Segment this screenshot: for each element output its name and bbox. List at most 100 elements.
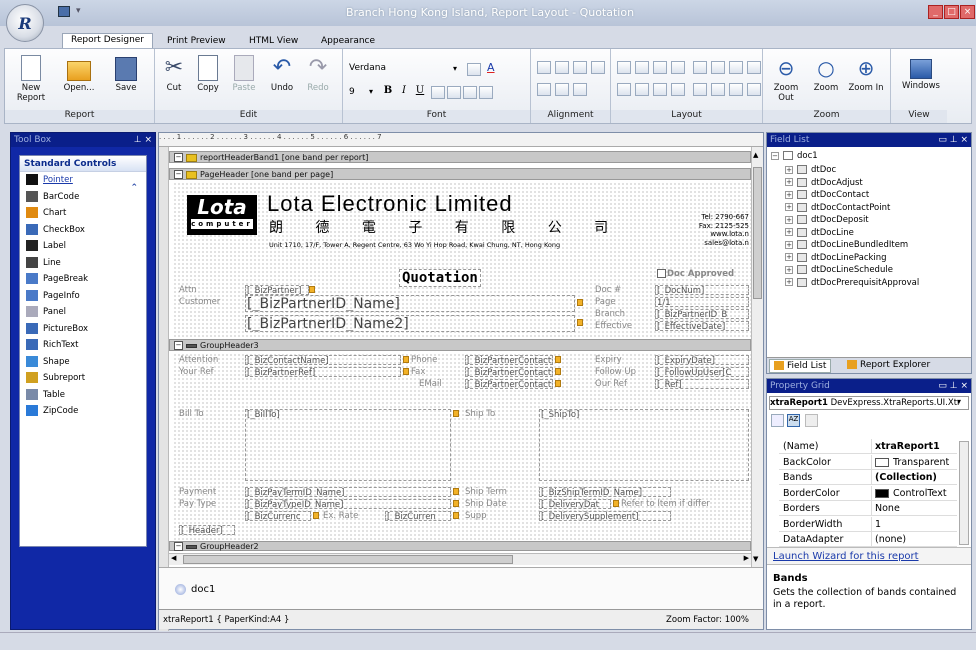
tree-item-dtdoclinepacking[interactable]: + dtDocLinePacking bbox=[785, 252, 887, 263]
label-expiry[interactable]: Expiry bbox=[595, 355, 651, 365]
horizontal-scroll-thumb[interactable] bbox=[183, 555, 513, 564]
field-header[interactable]: [_Header] bbox=[179, 525, 235, 535]
horizontal-scrollbar[interactable]: ◀ ▶ bbox=[169, 553, 751, 565]
property-row-borderwidth[interactable]: BorderWidth 1 bbox=[779, 516, 957, 532]
field-bizpartner-name[interactable]: [_BizPartnerID_Name] bbox=[245, 295, 575, 312]
field-branch[interactable]: [_BizPartnerID_B bbox=[655, 309, 749, 319]
vert-spacing-remove-icon[interactable] bbox=[671, 83, 685, 96]
zoom-in-button[interactable]: ⊕ Zoom In bbox=[845, 55, 887, 93]
expand-icon[interactable]: + bbox=[785, 190, 793, 199]
band-collapse-icon[interactable]: − bbox=[174, 341, 183, 350]
label-your-ref[interactable]: Your Ref bbox=[179, 367, 239, 377]
expand-icon[interactable]: + bbox=[785, 278, 793, 286]
property-row-bands[interactable]: Bands (Collection) bbox=[779, 470, 957, 485]
report-designer-surface[interactable]: . . . . 1 . . . . . . 2 . . . . . . 3 . … bbox=[158, 132, 764, 631]
undo-button[interactable]: ↶ Undo bbox=[265, 55, 299, 93]
property-value[interactable]: Transparent bbox=[871, 454, 957, 470]
property-value[interactable]: (none) bbox=[871, 532, 957, 547]
bring-to-front-icon[interactable] bbox=[729, 83, 743, 96]
label-attn[interactable]: Attn bbox=[179, 285, 229, 295]
field-bill-to[interactable]: [_BillTo] bbox=[245, 409, 451, 481]
scroll-left-icon[interactable]: ◀ bbox=[171, 554, 176, 562]
underline-button[interactable]: U bbox=[413, 85, 427, 99]
label-ship-term[interactable]: Ship Term bbox=[465, 487, 535, 497]
toolbox-item-pointer[interactable]: Pointer bbox=[20, 172, 146, 189]
tab-html-view[interactable]: HTML View bbox=[240, 34, 307, 48]
field-expiry-date[interactable]: [_ExpiryDate] bbox=[655, 355, 749, 365]
tree-item-dtdoccontact[interactable]: + dtDocContact bbox=[785, 190, 869, 200]
zoom-button[interactable]: ○ Zoom bbox=[809, 55, 843, 93]
open-button[interactable]: Open... bbox=[57, 55, 101, 93]
make-same-height-icon[interactable] bbox=[635, 61, 649, 74]
field-currency-rate[interactable]: [_BizCurren bbox=[385, 511, 451, 521]
justify-icon[interactable] bbox=[479, 86, 493, 99]
property-row-dataadapter[interactable]: DataAdapter (none) bbox=[779, 532, 957, 547]
label-attention[interactable]: Attention bbox=[179, 355, 239, 365]
standard-controls-header[interactable]: Standard Controls ⌃ bbox=[20, 156, 146, 193]
tree-item-dtdocdeposit[interactable]: + dtDocDeposit bbox=[785, 215, 869, 225]
toolbox-item-chart[interactable]: Chart bbox=[20, 205, 146, 222]
font-family-select[interactable]: Verdana bbox=[349, 63, 467, 77]
label-customer[interactable]: Customer bbox=[179, 297, 237, 307]
label-ex-rate[interactable]: Ex. Rate bbox=[323, 511, 367, 521]
field-contact-phone[interactable]: [_BizPartnerContactP bbox=[465, 355, 553, 365]
paste-button[interactable]: Paste bbox=[227, 55, 261, 93]
pin-close-icon[interactable]: ▭ ⊥ × bbox=[938, 379, 968, 393]
property-value[interactable]: 1 bbox=[871, 516, 957, 532]
size-dropdown-icon[interactable]: ▾ bbox=[369, 87, 373, 96]
tree-item-dtdocadjust[interactable]: + dtDocAdjust bbox=[785, 177, 863, 188]
label-branch[interactable]: Branch bbox=[595, 309, 647, 319]
label-ship-date[interactable]: Ship Date bbox=[465, 499, 535, 509]
label-email[interactable]: EMail bbox=[419, 379, 459, 389]
align-right-icon[interactable] bbox=[463, 86, 477, 99]
quotation-title[interactable]: Quotation bbox=[399, 269, 481, 287]
vertical-scrollbar[interactable]: ▲ ▼ bbox=[751, 147, 763, 567]
align-lefts-icon[interactable] bbox=[537, 61, 551, 74]
application-menu-button[interactable]: R bbox=[6, 4, 44, 42]
expand-icon[interactable]: + bbox=[785, 165, 793, 174]
tree-item-dtdocline[interactable]: + dtDocLine bbox=[785, 227, 854, 238]
scroll-down-icon[interactable]: ▼ bbox=[753, 555, 758, 563]
horiz-spacing-decrease-icon[interactable] bbox=[729, 61, 743, 74]
expand-icon[interactable]: + bbox=[785, 265, 793, 274]
tree-item-dtdocprerequisitapproval[interactable]: + dtDocPrerequisitApproval bbox=[785, 277, 919, 288]
doc-approved-label[interactable]: Doc Approved bbox=[667, 269, 753, 279]
tab-report-explorer[interactable]: Report Explorer bbox=[843, 359, 934, 373]
horiz-spacing-equal-icon[interactable] bbox=[693, 61, 707, 74]
property-row-borders[interactable]: Borders None bbox=[779, 501, 957, 516]
label-page[interactable]: Page bbox=[595, 297, 647, 307]
minimize-button[interactable]: _ bbox=[928, 5, 943, 19]
font-dropdown-icon[interactable]: ▾ bbox=[453, 64, 457, 73]
label-follow-up[interactable]: Follow Up bbox=[595, 367, 653, 377]
label-payment[interactable]: Payment bbox=[179, 487, 241, 497]
field-contact-name[interactable]: [_BizContactName] bbox=[245, 355, 401, 365]
tree-item-dtdoclineschedule[interactable]: + dtDocLineSchedule bbox=[785, 265, 893, 275]
align-bottoms-icon[interactable] bbox=[573, 83, 587, 96]
zoom-out-button[interactable]: ⊖ Zoom Out bbox=[765, 55, 807, 103]
background-color-icon[interactable] bbox=[467, 63, 481, 76]
align-rights-icon[interactable] bbox=[573, 61, 587, 74]
property-row-backcolor[interactable]: BackColor Transparent bbox=[779, 454, 957, 470]
field-delivery-supplement[interactable]: [_DeliverySupplement] bbox=[539, 511, 671, 521]
field-bizpartner-name2[interactable]: [_BizPartnerID_Name2] bbox=[245, 315, 575, 332]
label-bill-to[interactable]: Bill To bbox=[179, 409, 229, 419]
toolbox-item-richtext[interactable]: RichText bbox=[20, 337, 146, 354]
field-ship-term[interactable]: [_BizShipTermID_Name] bbox=[539, 487, 671, 497]
property-value[interactable]: xtraReport1 bbox=[871, 439, 957, 454]
tab-report-designer[interactable]: Report Designer bbox=[62, 33, 154, 49]
field-pay-type[interactable]: [_BizPayTypeID_Name] bbox=[245, 499, 451, 509]
toolbox-item-pagebreak[interactable]: PageBreak bbox=[20, 271, 146, 288]
align-middles-icon[interactable] bbox=[555, 83, 569, 96]
toolbox-item-table[interactable]: Table bbox=[20, 387, 146, 404]
expand-icon[interactable]: + bbox=[785, 178, 793, 186]
scroll-right-icon[interactable]: ▶ bbox=[744, 554, 749, 562]
field-ref[interactable]: [_Ref] bbox=[655, 379, 749, 389]
tab-print-preview[interactable]: Print Preview bbox=[158, 34, 235, 48]
align-tops-icon[interactable] bbox=[537, 83, 551, 96]
band-collapse-icon[interactable]: − bbox=[174, 542, 183, 551]
field-partner-ref[interactable]: [_BizPartnerRef] bbox=[245, 367, 401, 377]
categorized-icon[interactable] bbox=[771, 414, 784, 427]
band-group-header2[interactable]: − GroupHeader2 bbox=[169, 541, 751, 551]
field-delivery-date[interactable]: [_DeliveryDat bbox=[539, 499, 611, 509]
field-contact-email[interactable]: [_BizPartnerContactE bbox=[465, 379, 553, 389]
